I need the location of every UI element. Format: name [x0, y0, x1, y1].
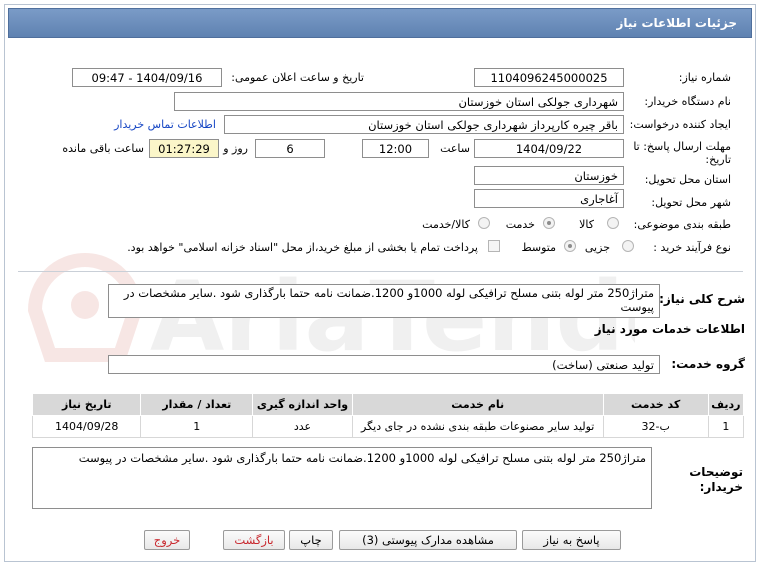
need-number-field: 1104096245000025 — [474, 68, 624, 87]
exit-button[interactable]: خروج — [144, 530, 190, 550]
process-label: نوع فرآیند خرید : — [653, 241, 731, 254]
buyer-org-field: شهرداری جولکی استان خوزستان — [174, 92, 624, 111]
col-service-code: کد خدمت — [602, 393, 709, 416]
attachments-button[interactable]: مشاهده مدارک پیوستی (3) — [339, 530, 517, 550]
col-row: ردیف — [707, 393, 745, 416]
service-group-field: تولید صنعتی (ساخت) — [108, 355, 660, 374]
deadline-time-field: 12:00 — [362, 139, 429, 158]
services-table: ردیف کد خدمت نام خدمت واحد اندازه گیری ت… — [31, 393, 745, 438]
cell-need-date: 1404/09/28 — [31, 415, 142, 438]
back-button[interactable]: بازگشت — [223, 530, 285, 550]
remaining-time-field: 01:27:29 — [149, 139, 219, 158]
buyer-notes-textarea[interactable]: متراژ250 متر لوله بتنی مسلح ترافیکی لوله… — [32, 447, 652, 509]
col-need-date: تاریخ نیاز — [31, 393, 142, 416]
deadline-date-field: 1404/09/22 — [474, 139, 624, 158]
city-field: آغاجاری — [474, 189, 624, 208]
category-radio-service[interactable] — [543, 217, 555, 229]
deadline-label: مهلت ارسال پاسخ: تا — [633, 140, 731, 153]
announce-date-field: 1404/09/16 - 09:47 — [72, 68, 222, 87]
cell-service-code: ب-32 — [602, 415, 709, 438]
cell-quantity: 1 — [140, 415, 254, 438]
remaining-label: ساعت باقی مانده — [62, 142, 144, 155]
process-option-medium: متوسط — [521, 241, 556, 254]
reply-button[interactable]: پاسخ به نیاز — [522, 530, 621, 550]
category-option-service: خدمت — [505, 218, 535, 231]
buyer-notes-label: توضیحات — [689, 465, 743, 479]
cell-unit: عدد — [252, 415, 353, 438]
deadline-date-label: تاریخ: — [705, 153, 731, 166]
cell-row: 1 — [707, 415, 745, 438]
table-header-row: ردیف کد خدمت نام خدمت واحد اندازه گیری ت… — [31, 393, 745, 416]
cell-service-name: تولید سایر مصنوعات طبقه بندی نشده در جای… — [351, 415, 604, 438]
page-title: جزئیات اطلاعات نیاز — [616, 16, 737, 30]
print-button[interactable]: چاپ — [289, 530, 333, 550]
province-label: استان محل تحویل: — [644, 173, 731, 186]
col-unit: واحد اندازه گیری — [252, 393, 353, 416]
services-section-title: اطلاعات خدمات مورد نیاز — [594, 322, 745, 336]
creator-field: باقر چیره کارپرداز شهرداری جولکی استان خ… — [224, 115, 624, 134]
payment-note: پرداخت تمام یا بخشی از مبلغ خرید،از محل … — [127, 241, 478, 254]
category-radio-goods[interactable] — [607, 217, 619, 229]
creator-label: ایجاد کننده درخواست: — [629, 118, 731, 131]
category-option-goods-service: کالا/خدمت — [422, 218, 470, 231]
province-field: خوزستان — [474, 166, 624, 185]
category-option-goods: کالا — [579, 218, 594, 231]
summary-label: شرح کلی نیاز: — [659, 292, 745, 306]
summary-textarea[interactable]: متراژ250 متر لوله بتنی مسلح ترافیکی لوله… — [108, 284, 660, 318]
buyer-contact-link[interactable]: اطلاعات تماس خریدار — [114, 118, 216, 131]
announce-label: تاریخ و ساعت اعلان عمومی: — [231, 71, 364, 84]
buyer-org-label: نام دستگاه خریدار: — [644, 95, 731, 108]
process-radio-minor[interactable] — [622, 240, 634, 252]
hour-label: ساعت — [440, 142, 470, 155]
category-radio-goods-service[interactable] — [478, 217, 490, 229]
days-field: 6 — [255, 139, 325, 158]
city-label: شهر محل تحویل: — [651, 196, 731, 209]
table-row: 1 ب-32 تولید سایر مصنوعات طبقه بندی نشده… — [31, 415, 745, 438]
col-service-name: نام خدمت — [351, 393, 604, 416]
title-bar: جزئیات اطلاعات نیاز — [8, 8, 752, 38]
buyer-notes-label-2: خریدار: — [699, 480, 743, 494]
payment-checkbox[interactable] — [488, 240, 500, 252]
col-quantity: تعداد / مقدار — [140, 393, 254, 416]
category-label: طبقه بندی موضوعی: — [633, 218, 731, 231]
divider — [18, 271, 743, 272]
process-radio-medium[interactable] — [564, 240, 576, 252]
days-label: روز و — [223, 142, 248, 155]
need-number-label: شماره نیاز: — [678, 71, 731, 84]
process-option-minor: جزیی — [584, 241, 610, 254]
service-group-label: گروه خدمت: — [671, 357, 745, 371]
